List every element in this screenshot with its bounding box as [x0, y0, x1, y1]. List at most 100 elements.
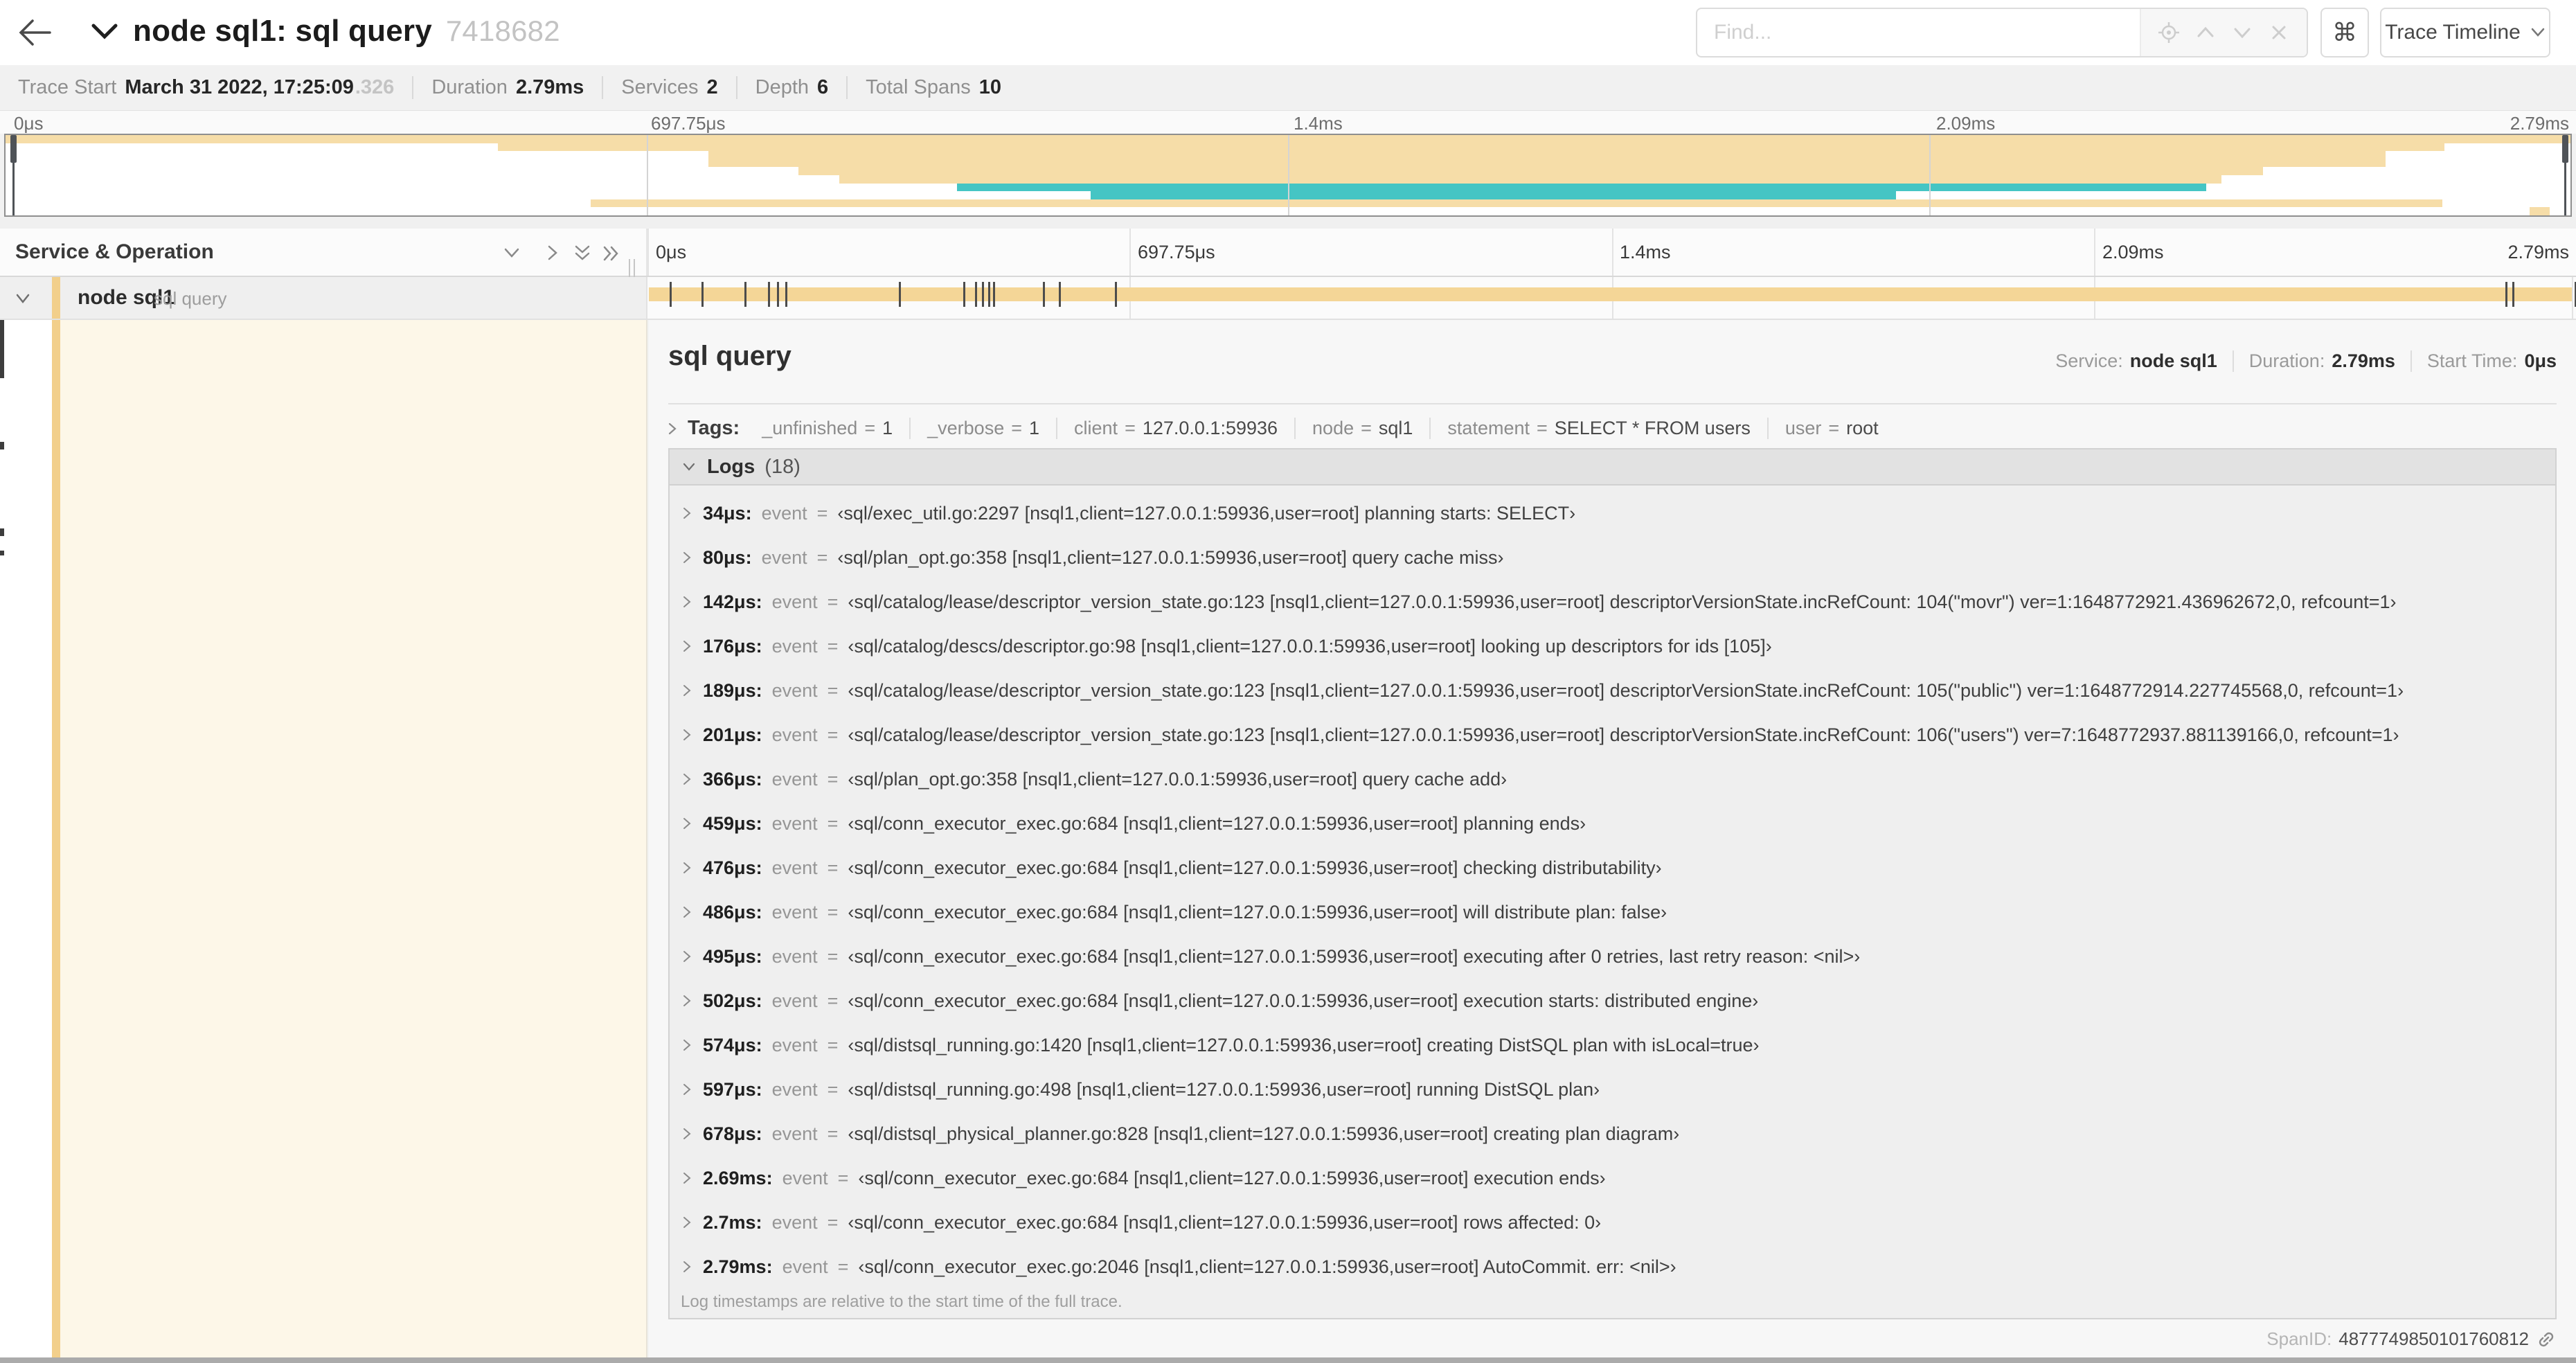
find-input[interactable] [1697, 9, 2140, 56]
expand-one-icon[interactable] [543, 244, 561, 265]
minimap-gridline [1929, 135, 1931, 215]
log-expand-chevron-icon [681, 905, 693, 920]
column-resize-grip[interactable] [627, 259, 637, 278]
back-button[interactable] [15, 15, 54, 50]
minimap-tick-label: 0μs [14, 113, 43, 134]
log-row[interactable]: 34μs:event=‹sql/exec_util.go:2297 [nsql1… [670, 491, 2555, 535]
log-marker[interactable] [1059, 282, 1061, 307]
minimap-span [498, 143, 2444, 152]
minimap-tick-label: 2.09ms [1936, 113, 1995, 134]
log-row[interactable]: 2.79ms:event=‹sql/conn_executor_exec.go:… [670, 1245, 2555, 1289]
log-expand-chevron-icon [681, 1126, 693, 1141]
clear-find-icon[interactable] [2267, 21, 2291, 44]
tag-pill: node=sql1 [1294, 418, 1429, 439]
log-marker[interactable] [2505, 282, 2507, 307]
log-marker[interactable] [963, 282, 965, 307]
span-overview-meta: Service:node sql1 Duration:2.79ms Start Ti… [2025, 350, 2557, 372]
log-row[interactable]: 574μs:event=‹sql/distsql_running.go:1420… [670, 1023, 2555, 1067]
locate-icon[interactable] [2157, 21, 2181, 44]
span-collapse-chevron-icon[interactable] [14, 291, 32, 310]
trace-info-item: Total Spans10 [846, 76, 1001, 99]
deep-link-icon[interactable] [2536, 1329, 2557, 1350]
log-marker[interactable] [988, 282, 990, 307]
span-name-cell[interactable]: node sql1 sql query [0, 277, 647, 319]
log-marker[interactable] [1043, 282, 1045, 307]
log-row[interactable]: 366μs:event=‹sql/plan_opt.go:358 [nsql1,… [670, 757, 2555, 801]
span-detail-region: sql query Service:node sql1Duration:2.79… [0, 320, 2576, 1359]
log-row[interactable]: 189μs:event=‹sql/catalog/lease/descripto… [670, 668, 2555, 713]
page-bottom-edge [0, 1357, 2576, 1363]
log-row[interactable]: 486μs:event=‹sql/conn_executor_exec.go:6… [670, 890, 2555, 934]
trace-id: 7418682 [446, 15, 560, 47]
log-row[interactable]: 201μs:event=‹sql/catalog/lease/descripto… [670, 713, 2555, 757]
log-row[interactable]: 495μs:event=‹sql/conn_executor_exec.go:6… [670, 934, 2555, 979]
log-marker[interactable] [768, 282, 770, 307]
span-id-label: SpanID: [2266, 1328, 2332, 1350]
log-row[interactable]: 142μs:event=‹sql/catalog/lease/descripto… [670, 580, 2555, 624]
span-row: node sql1 sql query [0, 277, 2576, 320]
range-scrubber-right[interactable] [2564, 135, 2566, 215]
timeline-gridline [2572, 277, 2573, 319]
log-marker[interactable] [975, 282, 977, 307]
span-operation-name[interactable]: sql query [154, 288, 227, 310]
header: node sql1: sql query7418682 ⌘ Tra [0, 0, 2576, 65]
log-marker[interactable] [744, 282, 746, 307]
trace-minimap[interactable] [4, 134, 2572, 217]
log-expand-chevron-icon [681, 506, 693, 521]
overview-meta-item: Service:node sql1 [2040, 350, 2217, 372]
collapse-all-icon[interactable] [572, 244, 593, 267]
log-expand-chevron-icon [681, 683, 693, 698]
service-operation-header-cell: Service & Operation [0, 229, 647, 276]
log-marker[interactable] [899, 282, 901, 307]
log-expand-chevron-icon [681, 816, 693, 831]
find-prev-icon[interactable] [2194, 21, 2217, 44]
expand-all-icon[interactable] [601, 244, 620, 267]
trace-info-item: Services2 [602, 76, 717, 99]
log-marker[interactable] [993, 282, 995, 307]
log-marker[interactable] [1115, 282, 1117, 307]
log-row[interactable]: 502μs:event=‹sql/conn_executor_exec.go:6… [670, 979, 2555, 1023]
overview-meta-item: Start Time:0μs [2410, 350, 2557, 372]
overview-meta-item: Duration:2.79ms [2233, 350, 2395, 372]
logs-count: (18) [764, 456, 800, 479]
log-marker[interactable] [982, 282, 984, 307]
logs-header[interactable]: Logs (18) [670, 449, 2555, 485]
span-detail-accent [52, 320, 60, 1359]
log-row[interactable]: 678μs:event=‹sql/distsql_physical_planne… [670, 1112, 2555, 1156]
log-marker[interactable] [777, 282, 779, 307]
log-row[interactable]: 2.69ms:event=‹sql/conn_executor_exec.go:… [670, 1156, 2555, 1200]
log-marker[interactable] [785, 282, 787, 307]
minimap-tick-label: 697.75μs [651, 113, 726, 134]
log-marker[interactable] [670, 282, 672, 307]
page-title: node sql1: sql query7418682 [133, 14, 560, 48]
keyboard-shortcuts-button[interactable]: ⌘ [2320, 8, 2369, 57]
timeline-tick-label: 0μs [656, 242, 686, 263]
log-row[interactable]: 80μs:event=‹sql/plan_opt.go:358 [nsql1,c… [670, 535, 2555, 580]
minimap-gridline [1288, 135, 1289, 215]
minimap-gridline [647, 135, 648, 215]
minimap-span [708, 151, 2386, 167]
log-marker[interactable] [701, 282, 704, 307]
logs-rows: 34μs:event=‹sql/exec_util.go:2297 [nsql1… [670, 485, 2555, 1289]
log-row[interactable]: 459μs:event=‹sql/conn_executor_exec.go:6… [670, 801, 2555, 846]
log-marker[interactable] [2512, 282, 2514, 307]
log-expand-chevron-icon [681, 772, 693, 787]
log-row[interactable]: 176μs:event=‹sql/catalog/descs/descripto… [670, 624, 2555, 668]
span-duration-bar[interactable] [649, 287, 2572, 301]
find-group [1696, 8, 2308, 57]
range-scrubber-left[interactable] [12, 135, 15, 215]
tags-expand-chevron-icon [665, 420, 679, 437]
log-row[interactable]: 476μs:event=‹sql/conn_executor_exec.go:6… [670, 846, 2555, 890]
collapse-trace-chevron-icon[interactable] [90, 19, 119, 46]
span-name-column-fill [60, 320, 647, 1359]
log-row[interactable]: 597μs:event=‹sql/distsql_running.go:498 … [670, 1067, 2555, 1112]
log-row[interactable]: 2.7ms:event=‹sql/conn_executor_exec.go:6… [670, 1200, 2555, 1245]
trace-view-selector-button[interactable]: Trace Timeline [2380, 8, 2550, 57]
logs-footnote: Log timestamps are relative to the start… [670, 1289, 2555, 1321]
collapse-one-icon[interactable] [501, 244, 522, 265]
timeline-tick-label: 2.79ms [2507, 242, 2569, 263]
find-next-icon[interactable] [2230, 21, 2254, 44]
timeline-tick-label: 2.09ms [2102, 242, 2164, 263]
tag-pill: statement=SELECT * FROM users [1429, 418, 1766, 439]
tags-row[interactable]: Tags: _unfinished=1_verbose=1client=127.… [665, 417, 1895, 440]
